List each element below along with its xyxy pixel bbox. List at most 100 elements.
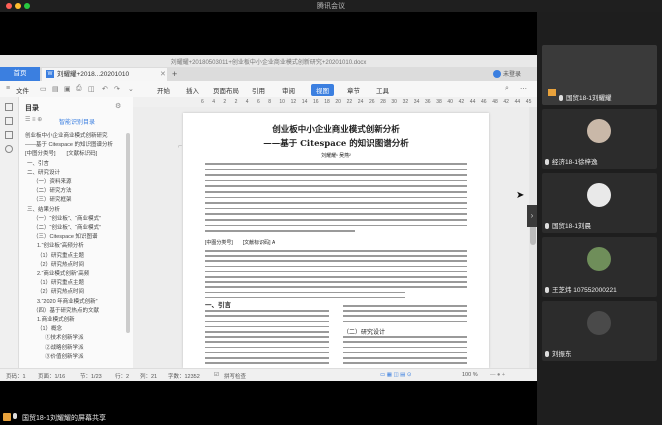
- ruler-tick: 42: [458, 99, 465, 105]
- find-icon[interactable]: [5, 145, 13, 153]
- zoom-slider[interactable]: — ● +: [490, 372, 505, 378]
- toc-item[interactable]: [中图分类号] [文献标识码]: [25, 149, 123, 157]
- participant-tile[interactable]: 刘振东: [542, 301, 657, 361]
- more-icon[interactable]: ⋯: [520, 85, 527, 93]
- toc-item[interactable]: ——基于 Citespace 的知识图谱分析: [25, 140, 123, 148]
- new-doc-icon[interactable]: ▭: [40, 85, 47, 93]
- toc-item[interactable]: 3.“2020 年商业模式创新”: [37, 297, 123, 305]
- text-line: [205, 185, 467, 187]
- ruler-tick: 12: [290, 99, 297, 105]
- toc-icon[interactable]: [5, 103, 13, 111]
- toc-item[interactable]: ①技术创新学派: [45, 333, 123, 341]
- settings-icon[interactable]: ⚙: [115, 102, 121, 110]
- menu-insert[interactable]: 插入: [186, 85, 199, 95]
- menu-view[interactable]: 视图: [311, 84, 334, 96]
- text-line: [205, 260, 467, 262]
- toc-scrollbar[interactable]: [126, 133, 130, 333]
- toc-item[interactable]: （三）研究框架: [33, 195, 123, 203]
- bookmark-icon[interactable]: [5, 117, 13, 125]
- toc-item[interactable]: ③价值创新学派: [45, 352, 123, 360]
- toc-item[interactable]: ②战略创新学派: [45, 343, 123, 351]
- menu-review[interactable]: 审阅: [282, 85, 295, 95]
- ruler-tick: 4: [245, 99, 249, 105]
- tab-home[interactable]: 首页: [0, 67, 40, 81]
- menu-chapter[interactable]: 章节: [347, 85, 360, 95]
- toc-item[interactable]: 2.“商业模式创新”高频: [37, 269, 123, 277]
- preview-icon[interactable]: ◫: [88, 85, 95, 93]
- zoom-level[interactable]: 100 %: [462, 372, 478, 378]
- text-line: [205, 230, 355, 232]
- avatar: [587, 119, 611, 143]
- mic-icon: [545, 159, 549, 166]
- text-line: [205, 163, 467, 165]
- toc-item[interactable]: （2）研究热点时间: [37, 287, 123, 295]
- open-icon[interactable]: ▤: [52, 85, 59, 93]
- navigation-icon-strip: [0, 97, 19, 368]
- save-icon[interactable]: ▣: [64, 85, 71, 93]
- print-icon[interactable]: ⎙: [76, 85, 82, 93]
- text-line: [205, 281, 467, 283]
- ruler[interactable]: 6 4 2 2 4 6 8 10 12 14 16 18 20 22 24 26 28 30 32 34 36 38 40 4…: [133, 97, 537, 107]
- ruler-tick: 38: [436, 99, 442, 105]
- spell-check-icon[interactable]: ☑: [214, 372, 219, 378]
- ruler-tick: 44: [514, 99, 521, 105]
- ruler-tick: 40: [447, 99, 453, 105]
- status-word-count[interactable]: 字数：12352: [168, 372, 200, 380]
- participant-tile[interactable]: 国贸18-1刘晨: [542, 173, 657, 233]
- document-page[interactable]: 创业板中小企业商业模式创新分析 ——基于 Citespace 的知识图谱分析 刘…: [183, 113, 489, 368]
- toc-item[interactable]: （二）“创业板”、“商业模式”: [33, 223, 123, 231]
- ruler-tick: 20: [335, 99, 341, 105]
- text-line: [343, 310, 467, 312]
- wps-title-bar: 刘耀耀+20180503011+创业板中小企业商业模式创新研究+20201010…: [0, 55, 537, 67]
- participant-tile[interactable]: 国贸18-1刘耀耀: [542, 45, 657, 105]
- tab-document[interactable]: W 刘耀耀+2018...20201010: [42, 68, 167, 81]
- abstract-label: [中图分类号] [文献标识码] A: [205, 240, 276, 246]
- toc-item[interactable]: 1.商业模式创新: [37, 315, 123, 323]
- add-tab-icon[interactable]: +: [172, 67, 177, 81]
- participant-name: 国贸18-1刘耀耀: [559, 92, 612, 102]
- menu-tools[interactable]: 工具: [376, 85, 389, 95]
- redo-icon[interactable]: ↷: [114, 85, 120, 93]
- hamburger-icon[interactable]: ≡: [6, 85, 10, 92]
- toc-arrows-icon[interactable]: ☰ ≡ ⊕: [25, 116, 42, 123]
- search-icon[interactable]: ⌕: [505, 85, 509, 93]
- screen-share-bar: 国贸18-1刘耀耀的屏幕共享: [0, 411, 200, 425]
- toc-item[interactable]: 三、结果分析: [27, 205, 123, 213]
- page-subtitle: ——基于 Citespace 的知识图谱分析: [263, 139, 409, 149]
- participant-tile[interactable]: 经济18-1徐梓逸: [542, 109, 657, 169]
- undo-icon[interactable]: ↶: [102, 85, 108, 93]
- menu-start[interactable]: 开始: [157, 85, 170, 95]
- toc-item[interactable]: （二）研究方法: [33, 186, 123, 194]
- text-line: [205, 202, 467, 204]
- toc-item[interactable]: （1）研究重点主题: [37, 251, 123, 259]
- toc-item[interactable]: （1）概念: [37, 324, 123, 332]
- status-pages: 页面：1/16: [38, 374, 66, 380]
- toc-item[interactable]: （一）“创业板”、“商业模式”: [33, 214, 123, 222]
- wps-window: 刘耀耀+20180503011+创业板中小企业商业模式创新研究+20201010…: [0, 55, 537, 381]
- login-button[interactable]: 未登录: [493, 69, 521, 79]
- toc-title: 目录: [25, 105, 39, 112]
- toc-item[interactable]: 1.“创业板”高频分析: [37, 241, 123, 249]
- smart-toc-button[interactable]: 智能识别目录: [59, 117, 95, 126]
- toc-item[interactable]: （2）研究热点时间: [37, 260, 123, 268]
- status-spell-check[interactable]: 拼写检查: [224, 372, 246, 380]
- toc-item[interactable]: （四）基于研究热点的文献: [33, 306, 123, 314]
- menu-layout[interactable]: 页面布局: [213, 85, 239, 95]
- participant-tile[interactable]: 王芝炜 107552000221: [542, 237, 657, 297]
- toc-item[interactable]: （一）资料来源: [33, 177, 123, 185]
- toc-item[interactable]: 二、研究设计: [27, 168, 123, 176]
- close-tab-icon[interactable]: ✕: [160, 70, 166, 78]
- menu-references[interactable]: 引用: [252, 85, 265, 95]
- menu-file[interactable]: 文件: [16, 85, 29, 95]
- collapse-panel-icon[interactable]: ›: [527, 205, 537, 227]
- toc-item[interactable]: （三）Citespace 知识图谱: [33, 232, 123, 240]
- toc-item[interactable]: （1）研究重点主题: [37, 278, 123, 286]
- toc-item[interactable]: 一、引言: [27, 159, 123, 167]
- ruler-tick: 28: [380, 99, 386, 105]
- ruler-tick: 2: [223, 99, 227, 105]
- text-line: [205, 346, 329, 349]
- chevron-down-icon[interactable]: ⌄: [128, 85, 134, 93]
- toc-item[interactable]: 创业板中小企业商业模式创新研究: [25, 131, 123, 139]
- view-mode-icons[interactable]: ▭ ▦ ◫ ▤ ⊙: [380, 372, 412, 378]
- thumbnail-icon[interactable]: [5, 131, 13, 139]
